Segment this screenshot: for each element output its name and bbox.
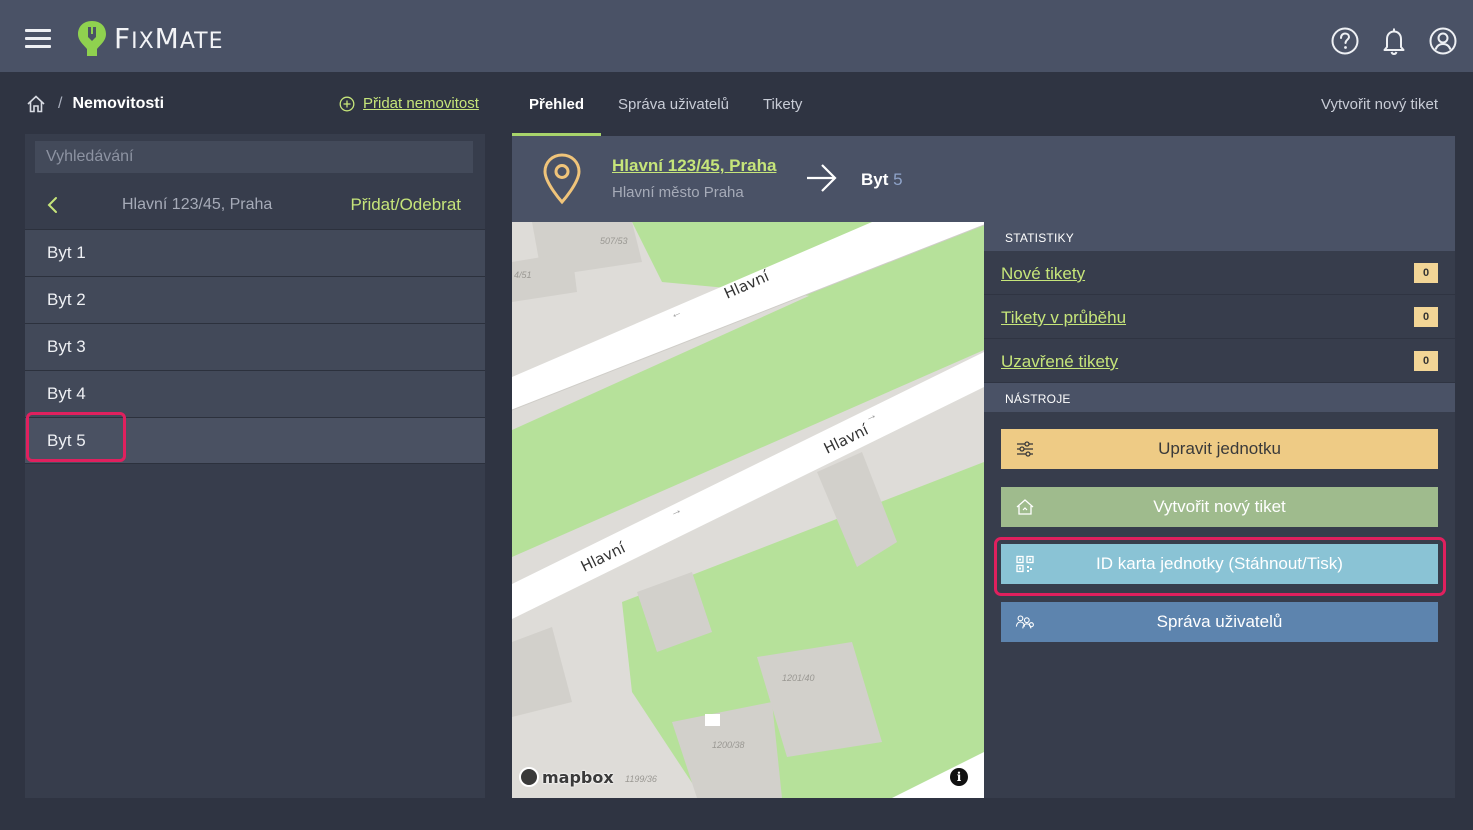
property-sidebar: Hlavní 123/45, Praha Přidat/Odebrat Byt …	[25, 134, 485, 798]
create-ticket-button[interactable]: Vytvořit nový tiket	[1001, 487, 1438, 527]
count-badge: 0	[1414, 307, 1438, 327]
app-logo[interactable]: FIXMATE	[76, 19, 224, 57]
tab-user-management[interactable]: Správa uživatelů	[601, 86, 746, 136]
add-property-label: Přidat nemovitost	[363, 95, 479, 112]
add-property-button[interactable]: Přidat nemovitost	[339, 95, 479, 112]
qr-icon	[1016, 555, 1034, 573]
stat-new-tickets-link[interactable]: Nové tikety	[1001, 264, 1085, 284]
stats-heading: STATISTIKY	[984, 222, 1455, 251]
create-ticket-link[interactable]: Vytvořit nový tiket	[1321, 96, 1438, 113]
tab-bar: Přehled Správa uživatelů Tikety	[512, 86, 819, 136]
help-icon[interactable]	[1330, 26, 1360, 56]
unit-item[interactable]: Byt 1	[25, 229, 485, 276]
sliders-icon	[1017, 441, 1033, 457]
info-icon[interactable]: i	[950, 768, 968, 786]
id-card-button[interactable]: ID karta jednotky (Stáhnout/Tisk)	[1001, 544, 1438, 584]
chevron-left-icon[interactable]	[45, 194, 61, 216]
property-title: Hlavní 123/45, Praha	[122, 196, 273, 213]
breadcrumb: / Nemovitosti	[26, 92, 164, 116]
plus-circle-icon	[339, 96, 355, 111]
user-icon[interactable]	[1428, 26, 1458, 56]
side-panel: STATISTIKY Nové tikety 0 Tikety v průběh…	[984, 222, 1455, 798]
stat-row: Uzavřené tikety 0	[984, 339, 1455, 383]
id-card-label: ID karta jednotky (Stáhnout/Tisk)	[1096, 554, 1343, 573]
unit-item[interactable]: Byt 4	[25, 370, 485, 417]
breadcrumb-separator: /	[58, 95, 63, 112]
count-badge: 0	[1414, 263, 1438, 283]
stat-in-progress-link[interactable]: Tikety v průběhu	[1001, 308, 1126, 328]
stat-row: Tikety v průběhu 0	[984, 295, 1455, 339]
property-nav-row: Hlavní 123/45, Praha Přidat/Odebrat	[25, 184, 485, 228]
edit-unit-button[interactable]: Upravit jednotku	[1001, 429, 1438, 469]
map-canvas: Hlavní Hlavní Hlavní ← → → 507/53 4/51 1…	[512, 222, 984, 798]
map-parcel-label: 507/53	[600, 236, 628, 246]
unit-overview: Hlavní 123/45, Praha Hlavní město Praha …	[512, 136, 1455, 798]
unit-name-prefix: Byt	[861, 170, 889, 189]
mapbox-logo[interactable]: mapbox	[519, 766, 614, 788]
arrow-right-icon	[807, 164, 837, 192]
mapbox-attribution: mapbox	[542, 767, 614, 787]
bell-icon[interactable]	[1379, 26, 1409, 56]
unit-list: Byt 1 Byt 2 Byt 3 Byt 4 Byt 5	[25, 229, 485, 464]
user-management-button[interactable]: Správa uživatelů	[1001, 602, 1438, 642]
top-bar: FIXMATE	[0, 0, 1473, 72]
address-region: Hlavní město Praha	[612, 184, 744, 201]
map-parcel-label: 1201/40	[782, 673, 815, 683]
map-parcel-label: 1199/36	[625, 774, 657, 784]
unit-name-number: 5	[893, 170, 903, 189]
count-badge: 0	[1414, 351, 1438, 371]
edit-unit-label: Upravit jednotku	[1158, 439, 1281, 458]
unit-item[interactable]: Byt 2	[25, 276, 485, 323]
mapbox-icon	[519, 767, 539, 787]
unit-name: Byt 5	[861, 170, 903, 190]
menu-icon[interactable]	[25, 29, 51, 49]
add-remove-button[interactable]: Přidat/Odebrat	[350, 195, 461, 215]
tools-heading: NÁSTROJE	[984, 383, 1455, 412]
location-pin-icon	[543, 153, 581, 205]
fixmate-logo-icon	[78, 21, 106, 56]
unit-item-selected[interactable]: Byt 5	[25, 417, 485, 464]
user-management-label: Správa uživatelů	[1156, 612, 1283, 631]
breadcrumb-current: Nemovitosti	[72, 95, 165, 112]
map-parcel-label: 4/51	[514, 270, 532, 280]
home-icon[interactable]	[26, 94, 46, 114]
address-link[interactable]: Hlavní 123/45, Praha	[612, 156, 776, 176]
search-input[interactable]	[35, 141, 473, 173]
logo-text: FIXMATE	[114, 21, 224, 55]
map-parcel-label: 1200/38	[712, 740, 745, 750]
tab-tickets[interactable]: Tikety	[746, 86, 819, 136]
stat-closed-link[interactable]: Uzavřené tikety	[1001, 352, 1118, 372]
tab-overview[interactable]: Přehled	[512, 86, 602, 136]
address-header: Hlavní 123/45, Praha Hlavní město Praha …	[512, 136, 1455, 222]
house-icon	[1016, 499, 1034, 515]
users-icon	[1015, 615, 1034, 629]
stat-row: Nové tikety 0	[984, 251, 1455, 295]
map-view[interactable]: Hlavní Hlavní Hlavní ← → → 507/53 4/51 1…	[512, 222, 984, 798]
create-ticket-label: Vytvořit nový tiket	[1153, 497, 1286, 516]
unit-item[interactable]: Byt 3	[25, 323, 485, 370]
